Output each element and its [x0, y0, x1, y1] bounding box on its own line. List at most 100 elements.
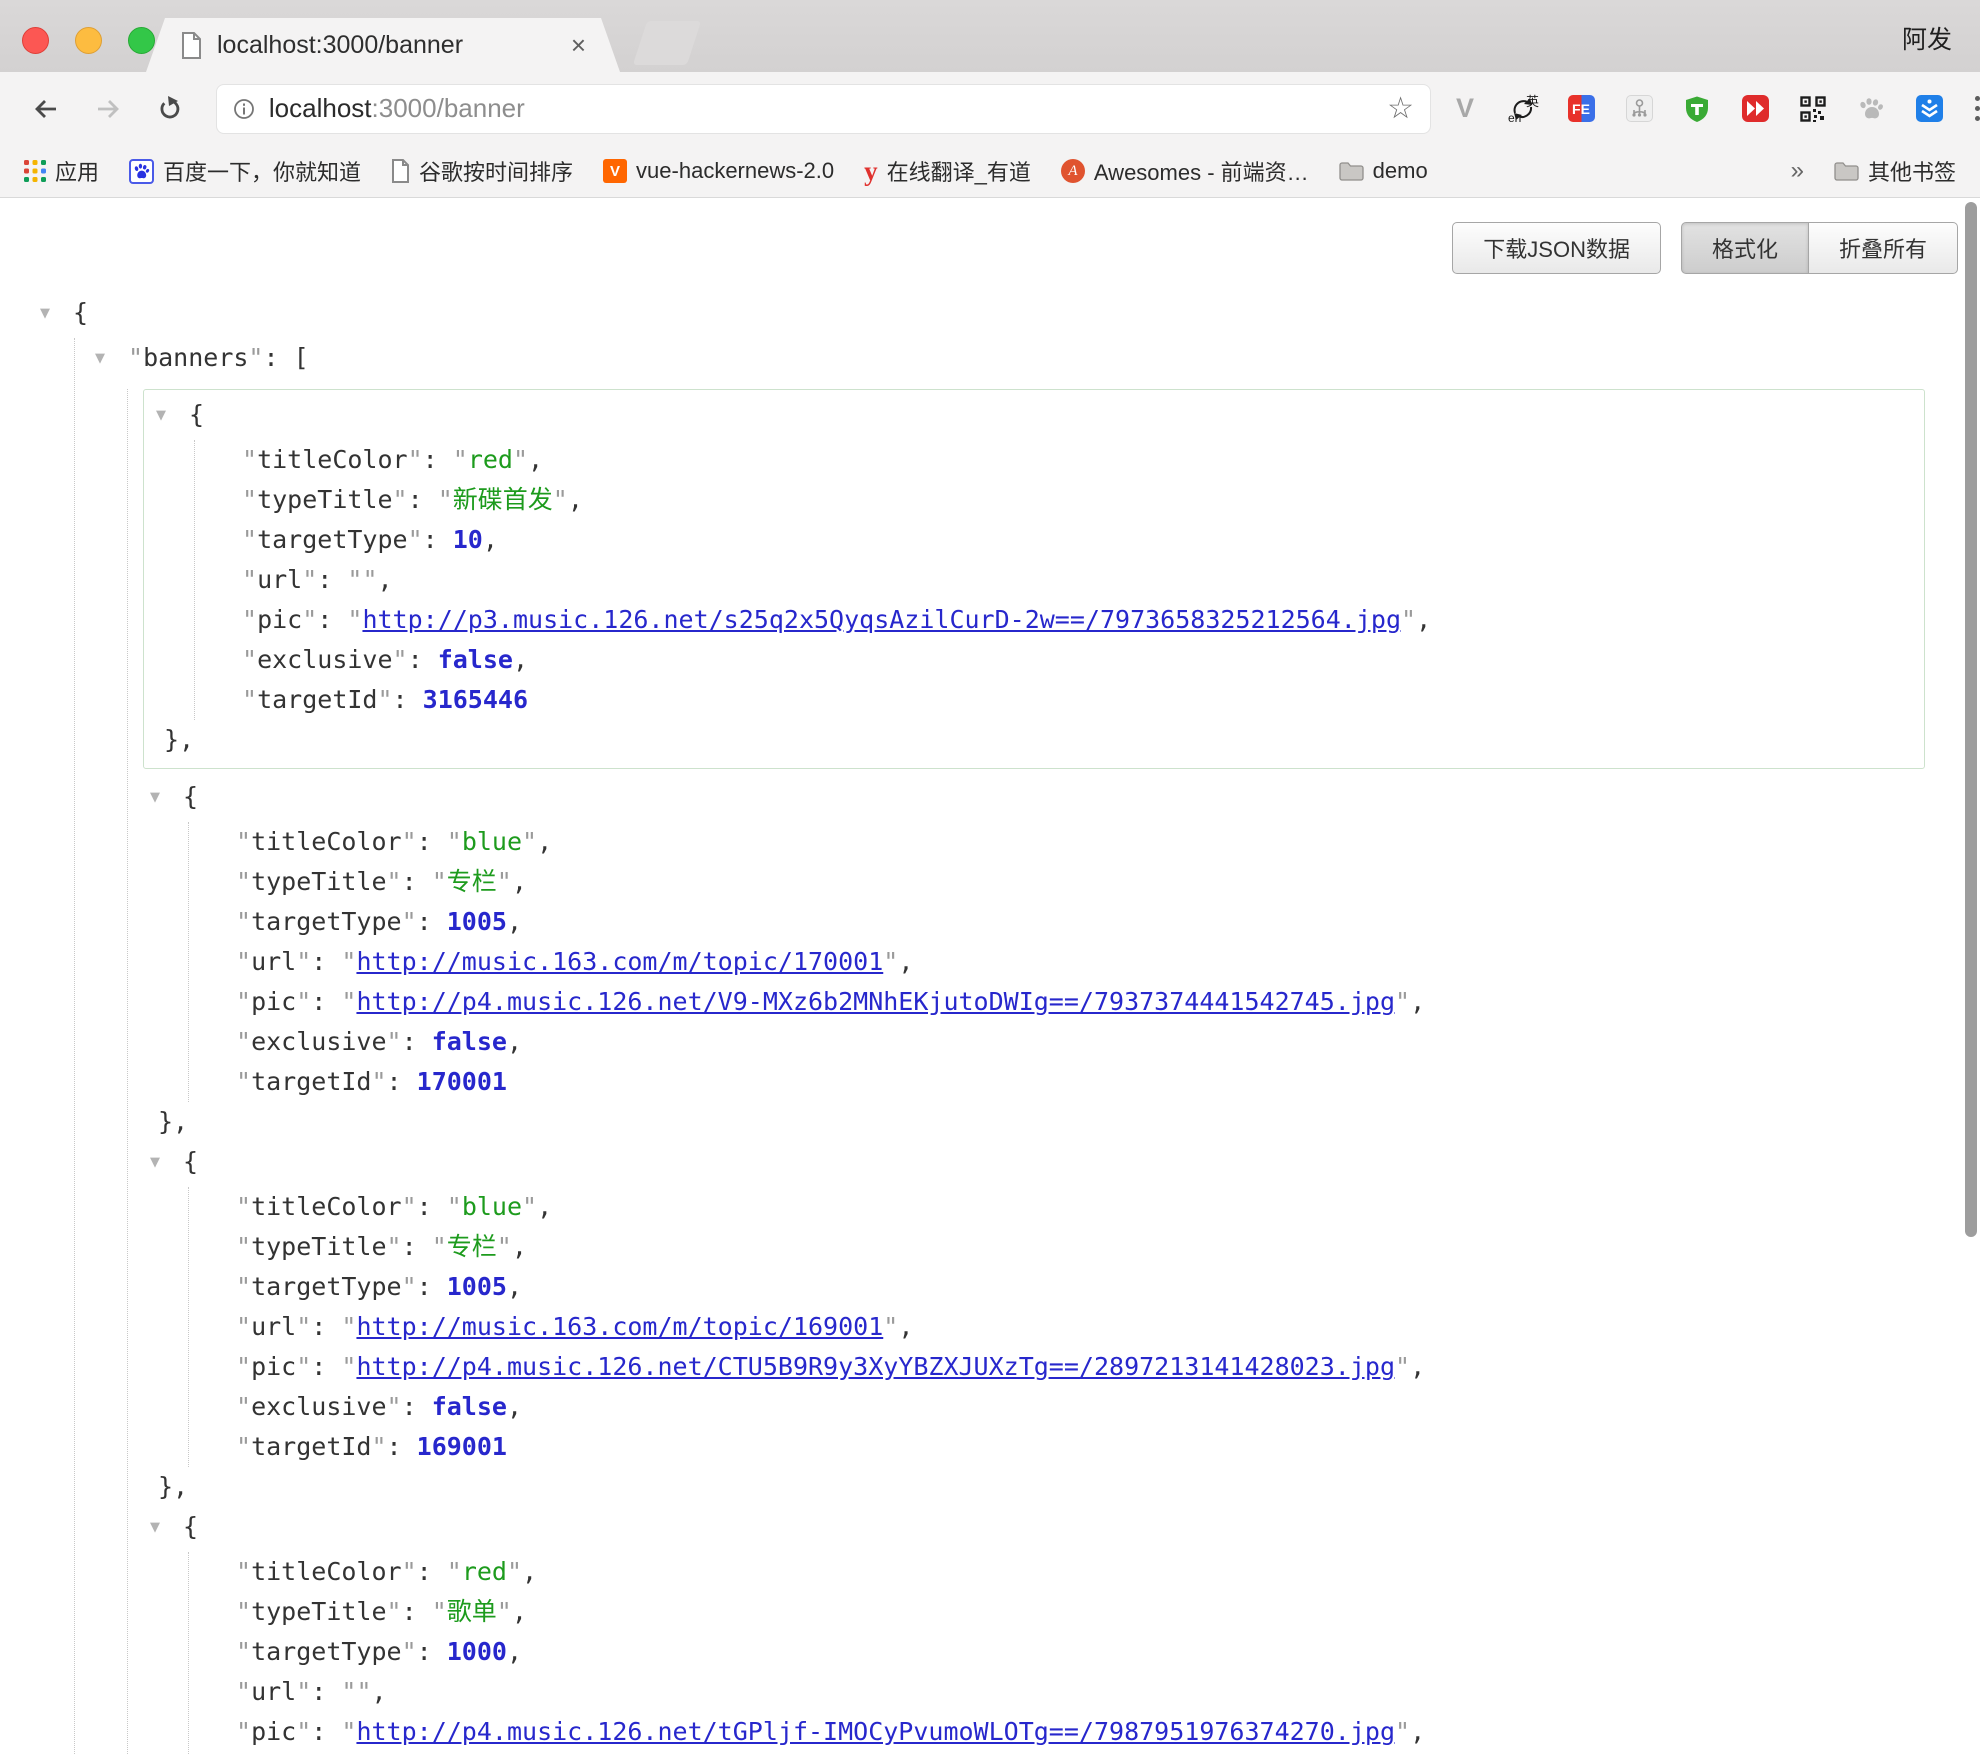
format-button[interactable]: 格式化 [1681, 222, 1809, 274]
paw-extension-icon[interactable] [1857, 95, 1885, 123]
json-line: "titleColor": "red", [242, 440, 1924, 480]
json-line: "targetType": 10, [242, 520, 1924, 560]
sitemap-extension-icon[interactable] [1626, 95, 1653, 122]
json-key: titleColor [251, 827, 402, 856]
json-key: targetId [251, 1067, 371, 1096]
translate-extension-icon[interactable]: 英 en [1509, 95, 1537, 123]
json-value-link[interactable]: http://music.163.com/m/topic/169001 [356, 1312, 883, 1341]
json-value-number: 170001 [417, 1067, 507, 1096]
profile-name[interactable]: 阿发 [1902, 20, 1952, 56]
json-value-string: blue [462, 827, 522, 856]
json-line: "typeTitle": "专栏", [236, 862, 1980, 902]
json-key: url [251, 1312, 296, 1341]
json-value-string: 专栏 [447, 867, 497, 896]
json-key: targetType [251, 1637, 402, 1666]
json-key: typeTitle [251, 1597, 386, 1626]
bookmark-google-sort[interactable]: 谷歌按时间排序 [391, 155, 573, 187]
tab-strip: localhost:3000/banner × 阿发 [0, 0, 1980, 72]
bookmark-awesomes[interactable]: A Awesomes - 前端资… [1061, 155, 1309, 187]
json-object: ▼{"titleColor": "blue","typeTitle": "专栏"… [150, 1142, 1980, 1507]
json-line: ▼"banners": [ [95, 338, 1980, 383]
awesomes-icon: A [1061, 159, 1085, 183]
reload-button[interactable] [150, 95, 190, 123]
json-value-link[interactable]: http://p4.music.126.net/tGPljf-IMOCyPvum… [356, 1717, 1395, 1746]
browser-window: localhost:3000/banner × 阿发 localhost:300… [0, 0, 1980, 1754]
json-key: pic [257, 605, 302, 634]
bookmark-star-icon[interactable]: ☆ [1387, 91, 1414, 126]
bookmark-demo-folder[interactable]: demo [1339, 158, 1428, 184]
json-line: "targetType": 1000, [236, 1632, 1980, 1672]
download-json-button[interactable]: 下载JSON数据 [1452, 222, 1661, 274]
fullscreen-window-button[interactable] [128, 27, 155, 54]
json-line: }, [150, 1102, 1980, 1142]
window-controls [22, 27, 155, 54]
apps-grid-icon [24, 160, 46, 182]
json-line: "targetType": 1005, [236, 902, 1980, 942]
bookmark-label: 在线翻译_有道 [887, 155, 1031, 187]
json-value-string: 新碟首发 [453, 485, 553, 514]
bookmark-apps[interactable]: 应用 [24, 155, 99, 187]
json-line: "pic": "http://p4.music.126.net/tGPljf-I… [236, 1712, 1980, 1752]
json-value-string: 歌单 [447, 1597, 497, 1626]
json-value-number: 10 [453, 525, 483, 554]
json-value-link[interactable]: http://music.163.com/m/topic/170001 [356, 947, 883, 976]
close-window-button[interactable] [22, 27, 49, 54]
download-manager-extension-icon[interactable] [1916, 95, 1943, 122]
json-key: titleColor [251, 1557, 402, 1586]
bookmarks-overflow-chevron[interactable]: » [1791, 157, 1804, 185]
new-tab-button[interactable] [633, 21, 701, 65]
collapse-toggle-icon[interactable]: ▼ [40, 294, 73, 334]
json-line: "url": "", [236, 1672, 1980, 1712]
bookmark-label: 谷歌按时间排序 [419, 155, 573, 187]
json-line: "typeTitle": "歌单", [236, 1592, 1980, 1632]
json-line: "url": "http://music.163.com/m/topic/169… [236, 1307, 1980, 1347]
tampermonkey-extension-icon[interactable] [1683, 95, 1711, 123]
bookmark-youdao[interactable]: y 在线翻译_有道 [864, 155, 1031, 187]
json-value-string: 专栏 [447, 1232, 497, 1261]
json-value-link[interactable]: http://p3.music.126.net/s25q2x5QyqsAzilC… [362, 605, 1401, 634]
folder-icon [1834, 161, 1859, 181]
bookmark-label: 百度一下，你就知道 [163, 155, 361, 187]
json-value-link[interactable]: http://p4.music.126.net/V9-MXz6b2MNhEKju… [356, 987, 1395, 1016]
json-line: "exclusive": false, [242, 640, 1924, 680]
vue-devtools-extension-icon[interactable]: V [1451, 95, 1479, 123]
json-line: "pic": "http://p4.music.126.net/V9-MXz6b… [236, 982, 1980, 1022]
close-tab-icon[interactable]: × [571, 32, 586, 58]
json-key: url [251, 1677, 296, 1706]
json-value-link[interactable]: http://p4.music.126.net/CTU5B9R9y3XyYBZX… [356, 1352, 1395, 1381]
minimize-window-button[interactable] [75, 27, 102, 54]
youdao-icon: y [864, 158, 878, 185]
other-bookmarks-folder[interactable]: 其他书签 [1834, 155, 1956, 187]
active-tab[interactable]: localhost:3000/banner × [146, 18, 620, 72]
json-key: targetId [257, 685, 377, 714]
json-line: "targetId": 3165446 [242, 680, 1924, 720]
scrollbar [1962, 198, 1980, 1754]
qr-code-extension-icon[interactable] [1799, 95, 1827, 123]
collapse-toggle-icon[interactable]: ▼ [150, 1508, 183, 1548]
page-info-icon[interactable] [233, 98, 255, 120]
fe-helper-extension-icon[interactable]: FE [1568, 95, 1595, 122]
json-line: "targetId": 170001 [236, 1062, 1980, 1102]
browser-menu-icon[interactable] [1975, 96, 1980, 121]
json-key: typeTitle [257, 485, 392, 514]
bookmark-vue-hackernews[interactable]: V vue-hackernews-2.0 [603, 158, 834, 184]
collapse-all-button[interactable]: 折叠所有 [1809, 222, 1958, 274]
bookmark-baidu[interactable]: 百度一下，你就知道 [129, 155, 361, 187]
json-line: "titleColor": "red", [236, 1552, 1980, 1592]
json-key: pic [251, 1352, 296, 1381]
collapse-toggle-icon[interactable]: ▼ [150, 1143, 183, 1183]
json-line: "typeTitle": "专栏", [236, 1227, 1980, 1267]
collapse-toggle-icon[interactable]: ▼ [156, 396, 189, 436]
json-key: banners [143, 343, 248, 372]
scrollbar-thumb[interactable] [1965, 202, 1977, 1237]
collapse-toggle-icon[interactable]: ▼ [95, 339, 128, 379]
tab-title: localhost:3000/banner [217, 31, 463, 60]
address-bar[interactable]: localhost:3000/banner ☆ [216, 84, 1431, 134]
back-button[interactable] [26, 95, 66, 123]
forward-button[interactable] [88, 95, 128, 123]
json-line: ▼{ [150, 1507, 1980, 1552]
collapse-toggle-icon[interactable]: ▼ [150, 778, 183, 818]
video-speed-extension-icon[interactable] [1742, 95, 1769, 122]
url-text: localhost:3000/banner [269, 93, 525, 124]
action-buttons: 下载JSON数据 格式化 折叠所有 [0, 198, 1980, 274]
